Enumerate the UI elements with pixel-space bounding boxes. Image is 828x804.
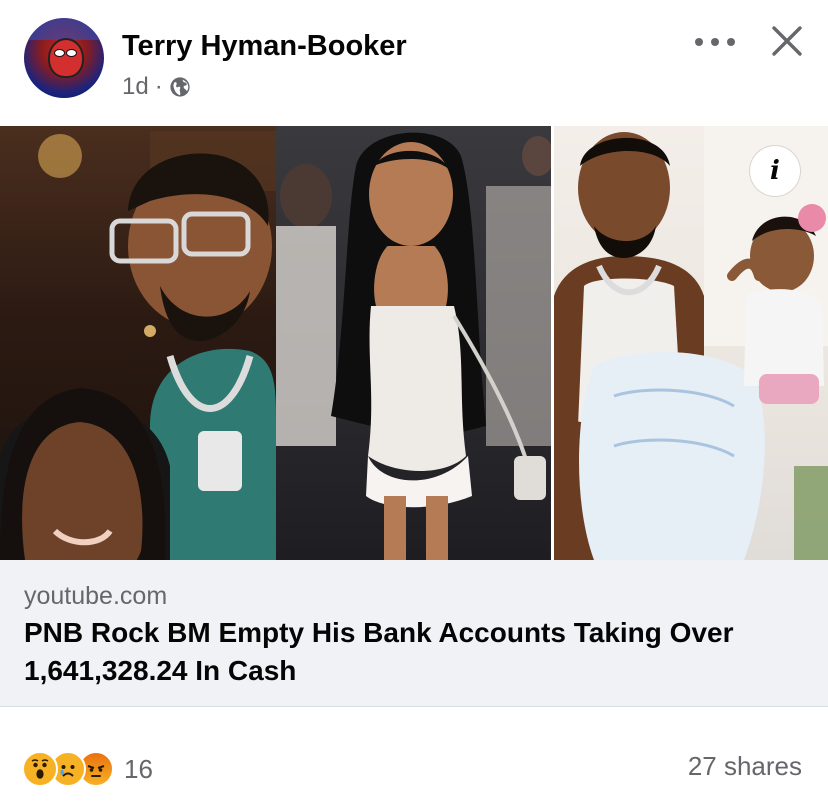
close-icon[interactable] (768, 22, 806, 60)
dot-icon (711, 38, 719, 46)
post-meta: 1d · (122, 73, 191, 101)
post-header: Terry Hyman-Booker 1d · (0, 0, 828, 120)
dot-icon (695, 38, 703, 46)
link-preview-image[interactable] (0, 126, 828, 560)
collage-photo-1 (0, 126, 276, 560)
link-preview-card[interactable]: youtube.com PNB Rock BM Empty His Bank A… (0, 560, 828, 707)
shares-count[interactable]: 27 shares (688, 751, 802, 782)
wow-reaction-icon (22, 751, 58, 787)
info-button[interactable]: i (750, 146, 800, 196)
post-time[interactable]: 1d (122, 73, 149, 101)
info-icon: i (770, 156, 780, 186)
reactions-summary[interactable]: 16 (22, 751, 153, 787)
link-domain: youtube.com (24, 582, 168, 610)
meta-separator: · (154, 73, 163, 100)
reaction-count: 16 (124, 753, 153, 784)
globe-icon[interactable] (169, 76, 191, 98)
collage-photo-2 (276, 126, 554, 560)
dot-icon (727, 38, 735, 46)
author-name[interactable]: Terry Hyman-Booker (122, 30, 407, 63)
link-title: PNB Rock BM Empty His Bank Accounts Taki… (24, 617, 734, 686)
avatar[interactable] (24, 18, 104, 98)
more-options-button[interactable] (695, 30, 735, 54)
post-footer: 16 27 shares (0, 720, 828, 804)
